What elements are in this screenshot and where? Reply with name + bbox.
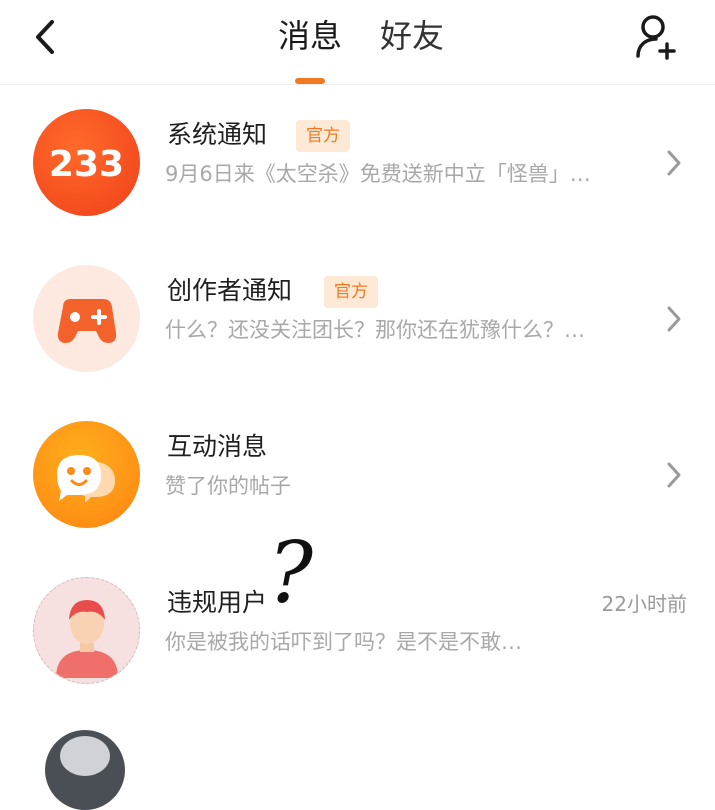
partial-next-avatar [45, 730, 125, 810]
avatar-233: 233 [33, 109, 140, 216]
chevron-right-icon [667, 462, 681, 488]
chat-avatar [33, 421, 140, 528]
row-preview: 什么？还没关注团长？那你还在犹豫什么？… [165, 318, 585, 342]
message-time: 22小时前 [601, 592, 687, 616]
chevron-right-icon [667, 150, 681, 176]
row-preview: 你是被我的话吓到了吗？是不是不敢… [165, 630, 522, 654]
gamepad-avatar [33, 265, 140, 372]
svg-text:233: 233 [49, 144, 124, 185]
official-badge: 官方 [324, 276, 378, 308]
message-row-interaction[interactable]: 互动消息 赞了你的帖子 [0, 398, 715, 554]
add-friend-button[interactable] [632, 12, 682, 62]
row-preview: 赞了你的帖子 [165, 474, 291, 498]
back-arrow-icon [36, 20, 54, 54]
top-header: 消息 好友 [0, 0, 715, 85]
official-badge: 官方 [296, 120, 350, 152]
chevron-right-icon [667, 306, 681, 332]
row-title: 违规用户 [167, 588, 268, 617]
message-row-creator[interactable]: 创作者通知 官方 什么？还没关注团长？那你还在犹豫什么？… [0, 242, 715, 398]
message-row-user[interactable]: 违规用户 22小时前 你是被我的话吓到了吗？是不是不敢… [0, 554, 715, 710]
handwritten-question-mark: ? [268, 524, 314, 622]
chat-bubble-icon [57, 455, 116, 503]
add-user-icon [636, 15, 676, 60]
row-preview: 9月6日来《太空杀》免费送新中立「怪兽」… [165, 162, 591, 186]
user-avatar [33, 577, 140, 684]
tab-friends[interactable]: 好友 [380, 16, 444, 56]
row-title: 创作者通知 [167, 276, 293, 305]
row-title: 系统通知 [167, 120, 268, 149]
gamepad-icon [57, 299, 117, 343]
back-button[interactable] [26, 16, 66, 60]
message-row-system[interactable]: 233 系统通知 官方 9月6日来《太空杀》免费送新中立「怪兽」… [0, 86, 715, 242]
tab-messages[interactable]: 消息 [278, 16, 342, 56]
active-tab-indicator [295, 78, 325, 84]
row-title: 互动消息 [167, 432, 268, 461]
person-icon [56, 600, 118, 678]
